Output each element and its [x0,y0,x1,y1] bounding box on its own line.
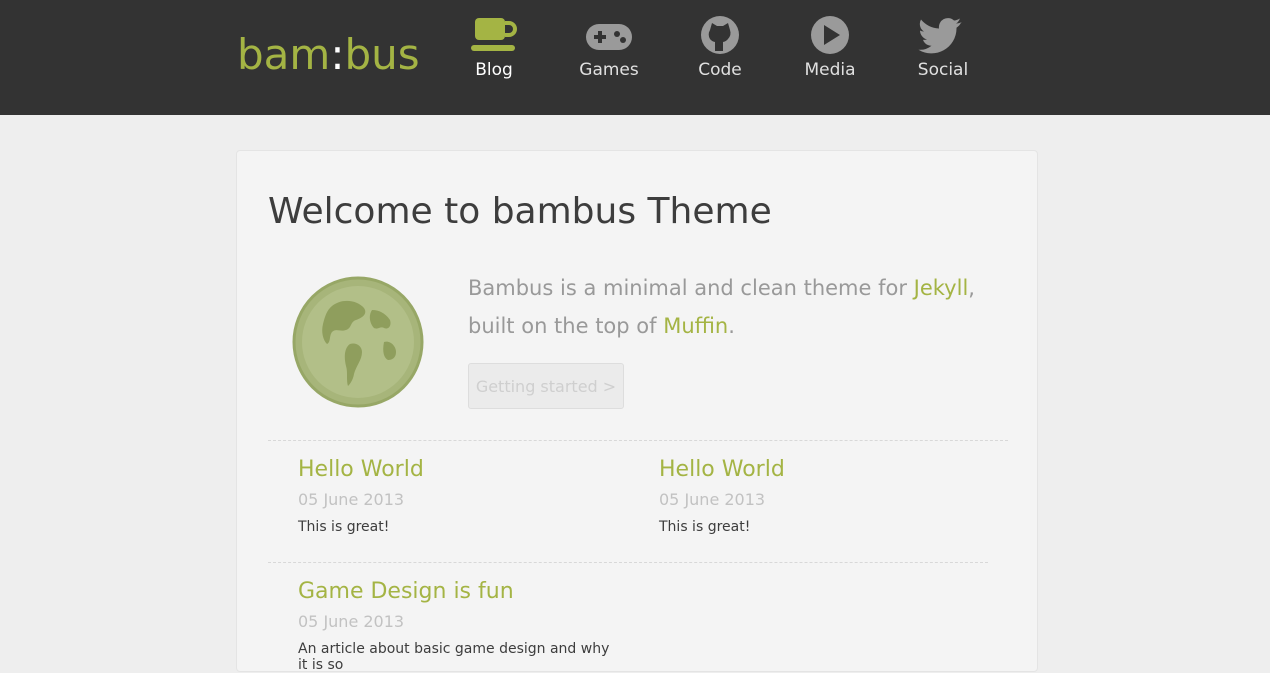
post-item: Hello World 05 June 2013 This is great! [298,457,618,535]
main-content-card: Welcome to bambus Theme Bambus is a mini… [236,150,1038,673]
nav-item-code[interactable]: Code [675,14,765,104]
nav-label-blog: Blog [475,60,513,80]
post-date: 05 June 2013 [298,612,405,631]
post-title-link[interactable]: Game Design is fun [298,579,618,604]
page-title: Welcome to bambus Theme [268,191,772,232]
nav-item-social[interactable]: Social [898,14,988,104]
divider [268,440,1008,441]
post-excerpt: This is great! [298,519,390,535]
play-icon [785,14,875,54]
nav-item-blog[interactable]: Blog [449,14,539,104]
logo-left: bam [237,30,331,79]
jekyll-link[interactable]: Jekyll [914,276,969,300]
nav-label-media: Media [804,60,856,80]
globe-icon [292,276,424,412]
post-item: Hello World 05 June 2013 This is great! [659,457,979,535]
logo-right: bus [344,30,420,79]
twitter-icon [898,14,988,54]
nav-label-code: Code [698,60,742,80]
post-title-link[interactable]: Hello World [298,457,618,482]
logo-colon: : [330,30,345,79]
post-date: 05 June 2013 [298,490,405,509]
post-date: 05 June 2013 [659,490,766,509]
nav-item-games[interactable]: Games [564,14,654,104]
coffee-cup-icon [449,14,539,54]
nav-label-games: Games [579,60,639,80]
intro-paragraph: Bambus is a minimal and clean theme for … [468,269,1008,345]
nav-label-social: Social [917,60,969,80]
muffin-link[interactable]: Muffin [663,314,728,338]
nav-item-media[interactable]: Media [785,14,875,104]
gamepad-icon [564,14,654,54]
getting-started-button[interactable]: Getting started > [468,363,624,409]
post-excerpt: An article about basic game design and w… [298,641,610,673]
intro-text-3: . [728,314,735,338]
top-navigation-bar: bam:bus Blog Games Code Media Social [0,0,1270,115]
intro-text-1: Bambus is a minimal and clean theme for [468,276,914,300]
divider [268,562,988,563]
site-logo[interactable]: bam:bus [237,30,420,79]
post-item: Game Design is fun 05 June 2013 An artic… [298,579,618,673]
github-icon [675,14,765,54]
post-title-link[interactable]: Hello World [659,457,979,482]
post-excerpt: This is great! [659,519,751,535]
